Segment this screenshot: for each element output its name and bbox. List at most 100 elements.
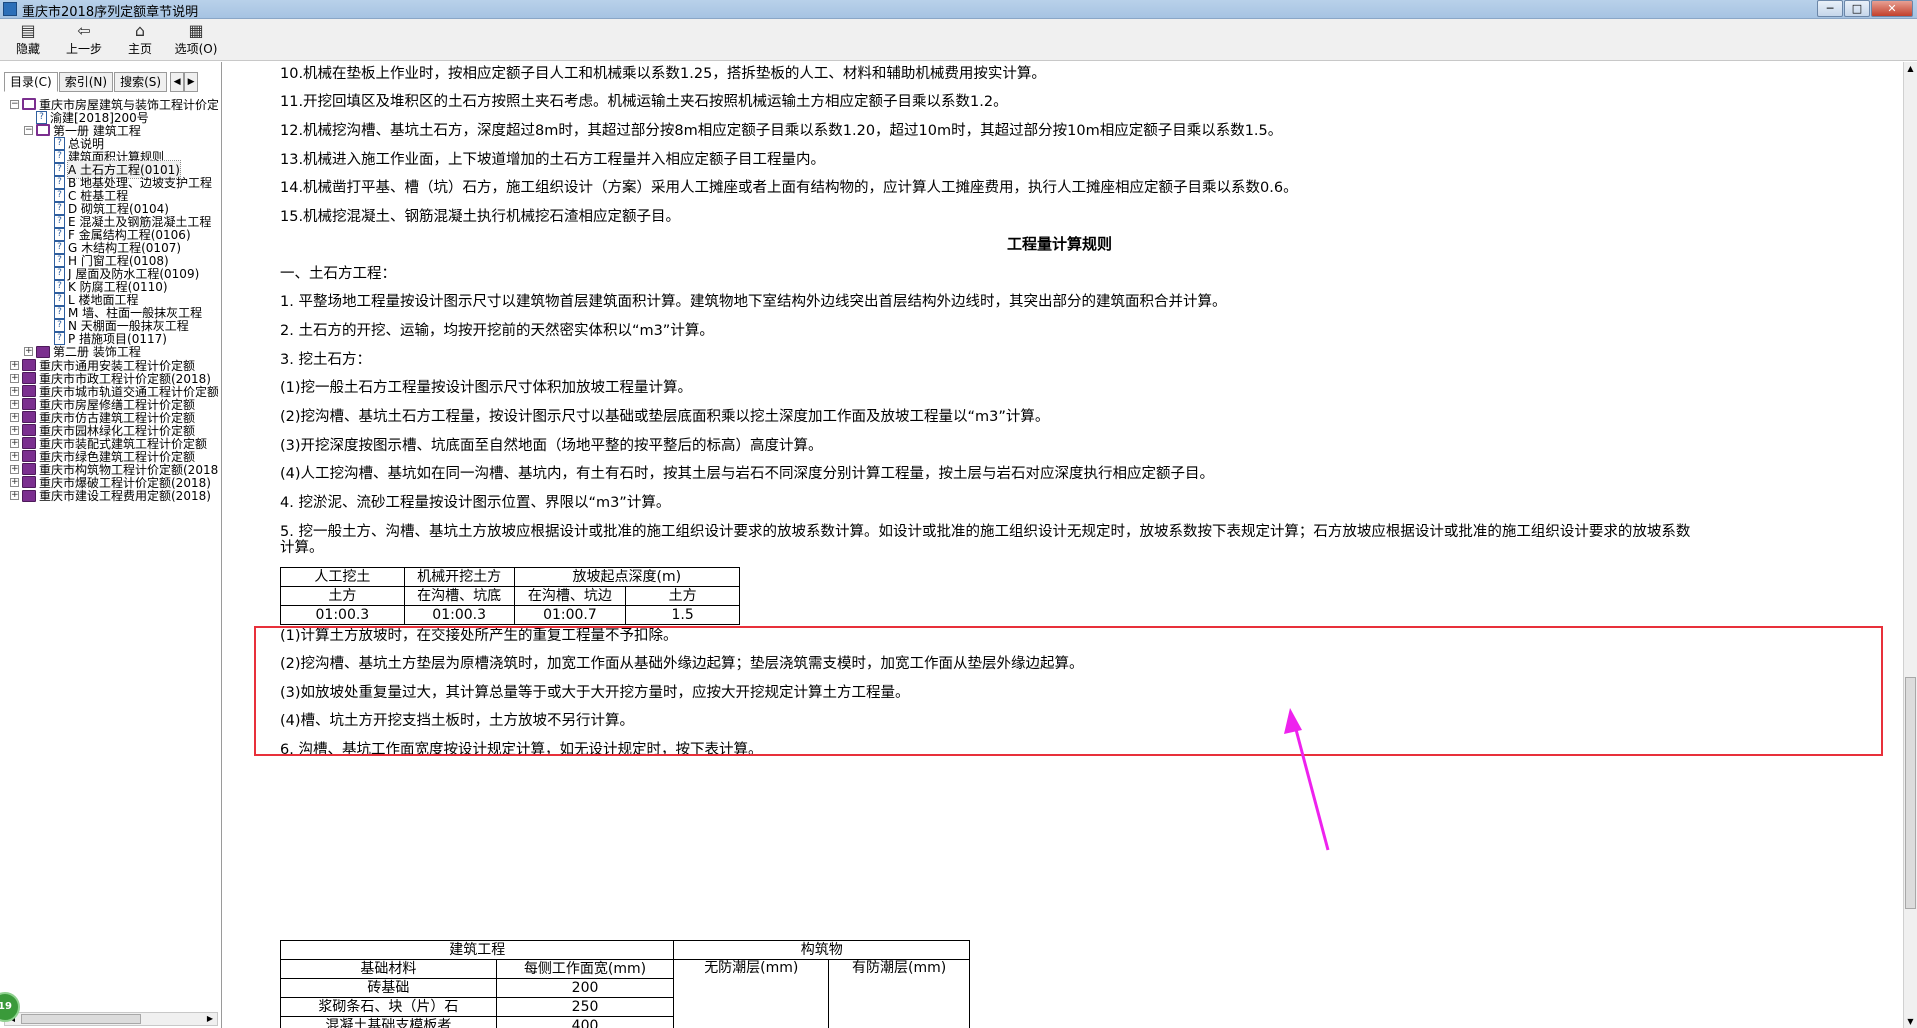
expand-icon[interactable]: + [10,491,19,500]
table-header: 人工挖土 [280,567,405,587]
scroll-down-icon[interactable]: ▼ [1904,1015,1917,1028]
expand-icon[interactable]: + [10,373,19,383]
tab-contents[interactable]: 目录(C) [4,72,58,92]
annotation-arrow [1284,708,1330,851]
title-bar: 重庆市2018序列定额章节说明 ─ □ ✕ [0,0,1917,20]
window-title: 重庆市2018序列定额章节说明 [22,5,199,20]
paragraph: 14.机械凿打平基、槽（坑）石方，施工组织设计（方案）采用人工摊座或者上面有结构… [280,180,1298,196]
expand-icon[interactable]: + [10,399,19,409]
sidebar-tabs: 目录(C) 索引(N) 搜索(S) ◀ ▶ [4,72,199,92]
work-face-width-table: 建筑工程 构筑物 基础材料 每侧工作面宽(mm) 无防潮层(mm) 有防潮层(m… [279,940,970,1028]
expand-icon[interactable]: + [10,360,19,370]
paragraph: 10.机械在垫板上作业时，按相应定额子目人工和机械乘以系数1.25，搭拆垫板的人… [280,66,1046,82]
tab-scroll-left-icon[interactable]: ◀ [170,72,185,92]
options-label: 选项(O) [174,42,218,56]
tab-index[interactable]: 索引(N) [58,72,114,92]
table-header: 机械开挖土方 [403,567,515,587]
paragraph: 13.机械进入施工作业面，上下坡道增加的土石方工程量并入相应定额子目工程量内。 [280,152,826,168]
expand-icon[interactable]: + [10,451,19,461]
hide-button[interactable]: ▤ 隐藏 [0,19,56,61]
paragraph: 2. 土石方的开挖、运输，均按开挖前的天然密实体积以“m3”计算。 [280,323,714,339]
window-controls: ─ □ ✕ [1816,0,1913,17]
table-cell: 250 [495,997,675,1017]
paragraph: 3. 挖土石方： [280,352,371,368]
arrow-head [1284,708,1302,734]
paragraph: 4. 挖淤泥、流砂工程量按设计图示位置、界限以“m3”计算。 [280,495,671,511]
paragraph-5-line-2: 计算。 [280,540,324,556]
expand-icon[interactable]: + [10,412,19,422]
paragraph: 15.机械挖混凝土、钢筋混凝土执行机械挖石渣相应定额子目。 [280,209,681,225]
paragraph: 11.开挖回填区及堆积区的土石方按照土夹石考虑。机械运输土夹石按照机械运输土方相… [280,94,1008,110]
expand-icon[interactable]: + [10,477,19,487]
table-header: 放坡起点深度(m) [513,567,741,587]
scroll-right-icon[interactable]: ▶ [203,1013,217,1025]
table-row: 01:00.3 01:00.3 01:00.7 1.5 [280,605,740,625]
scroll-up-icon[interactable]: ▲ [1904,62,1917,75]
tree-item[interactable]: + 重庆市建设工程费用定额(2018) [10,488,211,504]
table-cell: 01:00.3 [280,605,405,625]
table-subheader: 每侧工作面宽(mm) [495,959,675,979]
collapse-icon[interactable]: − [24,125,33,135]
table-subheader: 有防潮层(mm) [828,959,970,1028]
arrow-shaft [1292,721,1330,851]
expand-icon[interactable]: + [10,464,19,474]
table-header: 建筑工程 [279,940,675,960]
section-heading: 工程量计算规则 [1007,235,1113,253]
table-cell: 浆砌条石、块（片）石 [280,997,497,1017]
table-cell: 400 [495,1016,675,1028]
table-cell: 1.5 [625,605,740,625]
table-subheader: 土方 [625,586,740,606]
table-cell: 01:00.3 [403,605,515,625]
paragraph: (2)挖沟槽、基坑土石方工程量，按设计图示尺寸以基础或垫层底面积乘以挖土深度加工… [280,409,1050,425]
content-vertical-scrollbar[interactable]: ▲ ▼ [1903,62,1917,1028]
paragraph: 一、土石方工程： [280,266,396,282]
highlight-box [254,626,1883,756]
home-label: 主页 [127,42,152,56]
expand-icon[interactable]: + [10,386,19,396]
tree-item-label: 重庆市建设工程费用定额(2018) [39,489,211,503]
options-icon: ▦ [188,21,204,40]
expand-icon[interactable]: + [10,438,19,448]
slope-coefficient-table: 人工挖土 机械开挖土方 放坡起点深度(m) 土方 在沟槽、坑底 在沟槽、坑边 土… [280,567,741,625]
hide-icon: ▤ [20,21,36,40]
paragraph: 12.机械挖沟槽、基坑土石方，深度超过8m时，其超过部分按8m相应定额子目乘以系… [280,123,1283,139]
table-cell: 200 [495,978,675,998]
collapse-icon[interactable]: − [10,99,19,109]
options-button[interactable]: ▦ 选项(O) [168,19,224,61]
home-icon: ⌂ [134,21,146,40]
close-button[interactable]: ✕ [1871,0,1913,17]
table-subheader: 在沟槽、坑底 [403,586,515,606]
paragraph-5-line-1: 5. 挖一般土方、沟槽、基坑土方放坡应根据设计或批准的施工组织设计要求的放坡系数… [280,524,1691,540]
contents-tree: − 重庆市房屋建筑与装饰工程计价定额? 渝建[2018]200号 − 第一册 建筑工程?… [4,96,218,1028]
paragraph: 1. 平整场地工程量按设计图示尺寸以建筑物首层建筑面积计算。建筑物地下室结构外边… [280,294,1227,310]
paragraph: (4)人工挖沟槽、基坑如在同一沟槽、基坑内，有土有石时，按其土层与岩石不同深度分… [280,466,1215,482]
document-content: 10.机械在垫板上作业时，按相应定额子目人工和机械乘以系数1.25，搭拆垫板的人… [223,62,1903,1028]
tab-search[interactable]: 搜索(S) [114,72,168,92]
app-icon [3,2,17,16]
table-cell: 砖基础 [280,978,497,998]
sidebar-horizontal-scrollbar[interactable]: ◀ ▶ [4,1012,218,1026]
table-subheader: 基础材料 [280,959,497,979]
scrollbar-thumb[interactable] [1905,677,1916,909]
paragraph: (1)挖一般土石方工程量按设计图示尺寸体积加放坡工程量计算。 [280,380,693,396]
table-subheader: 无防潮层(mm) [673,959,830,1028]
tab-scroll-right-icon[interactable]: ▶ [184,72,199,92]
minimize-button[interactable]: ─ [1817,0,1843,17]
table-subheader: 土方 [280,586,405,606]
paragraph: (3)开挖深度按图示槽、坑底面至自然地面（场地平整的按平整后的标高）高度计算。 [280,438,823,454]
sidebar: 目录(C) 索引(N) 搜索(S) ◀ ▶ − 重庆市房屋建筑与装饰工程计价定额?… [0,62,222,1028]
scrollbar-thumb[interactable] [21,1014,141,1024]
table-cell: 01:00.7 [513,605,627,625]
table-header: 构筑物 [673,940,970,960]
hide-label: 隐藏 [15,42,40,56]
back-button[interactable]: ⇦ 上一步 [56,19,112,61]
home-button[interactable]: ⌂ 主页 [112,19,168,61]
back-label: 上一步 [65,42,102,56]
expand-icon[interactable]: + [24,347,33,357]
table-subheader: 在沟槽、坑边 [513,586,627,606]
tab-scroll-arrows: ◀ ▶ [170,72,199,92]
maximize-button[interactable]: □ [1844,0,1870,17]
expand-icon[interactable]: + [10,425,19,435]
table-cell: 混凝土基础支模板者 [280,1016,497,1028]
back-arrow-icon: ⇦ [77,21,91,40]
